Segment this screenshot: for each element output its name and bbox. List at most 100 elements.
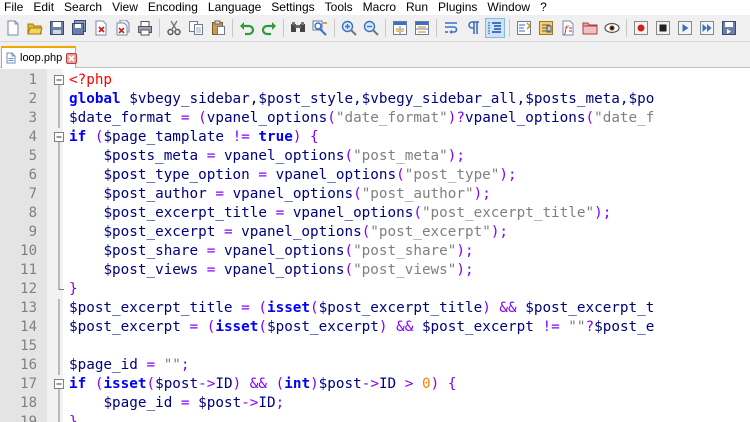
fold-collapse-icon[interactable] <box>54 71 65 90</box>
tab-loop-php[interactable]: loop.php <box>1 46 78 68</box>
fold-line-marker <box>54 394 65 413</box>
code-token: ID <box>378 376 397 392</box>
fold-line-marker <box>54 261 65 280</box>
menu-settings[interactable]: Settings <box>266 0 319 15</box>
code-token: ; <box>180 357 190 373</box>
paste-icon[interactable] <box>208 18 228 38</box>
fold-collapse-icon[interactable] <box>54 375 65 394</box>
menu-window[interactable]: Window <box>482 0 535 15</box>
fold-line-marker <box>54 318 65 337</box>
code-line: $post_excerpt = vpanel_options("post_exc… <box>69 223 508 242</box>
print-icon[interactable] <box>135 18 155 38</box>
code-line: $post_share = vpanel_options("post_share… <box>69 242 474 261</box>
tab-label: loop.php <box>20 52 63 64</box>
redo-icon[interactable] <box>259 18 279 38</box>
find-icon[interactable] <box>288 18 308 38</box>
menu-encoding[interactable]: Encoding <box>143 0 203 15</box>
code-line-row: 16 $page_id = ""; <box>0 356 750 375</box>
save-macro-icon[interactable] <box>719 18 739 38</box>
toolbar-separator <box>436 19 437 37</box>
code-line-row: 9 $post_excerpt = vpanel_options("post_e… <box>0 223 750 242</box>
menu-view[interactable]: View <box>107 0 143 15</box>
code-line-row: 13 $post_excerpt_title = (isset($post_exc… <box>0 299 750 318</box>
code-token: $vbegy_sidebar,$post_style,$vbegy_sideba… <box>120 91 655 107</box>
menu-run[interactable]: Run <box>401 0 433 15</box>
monitoring-icon[interactable] <box>602 18 622 38</box>
zoom-out-icon[interactable] <box>361 18 381 38</box>
code-token: ; <box>275 395 285 411</box>
code-line-row: 19} <box>0 413 750 422</box>
code-line-row: 17 if (isset($post->ID) && (int)$post->ID… <box>0 375 750 394</box>
menu-help[interactable]: ? <box>535 0 552 15</box>
menu-plugins[interactable]: Plugins <box>433 0 482 15</box>
code-line-row: 3 $date_format = (vpanel_options("date_fo… <box>0 109 750 128</box>
indent-guide-icon[interactable] <box>485 18 505 38</box>
code-token: vpanel_options <box>223 148 345 164</box>
code-line-row: 10 $post_share = vpanel_options("post_sh… <box>0 242 750 261</box>
code-token: = <box>223 224 233 240</box>
code-token: ID <box>215 376 233 392</box>
code-token: $post_excerpt <box>267 319 379 335</box>
save-all-icon[interactable] <box>69 18 89 38</box>
undo-icon[interactable] <box>237 18 257 38</box>
replace-icon[interactable] <box>310 18 330 38</box>
line-number: 10 <box>20 243 37 259</box>
line-number: 12 <box>20 281 37 297</box>
code-token: vpanel_options <box>464 110 586 126</box>
zoom-in-icon[interactable] <box>339 18 359 38</box>
copy-icon[interactable] <box>186 18 206 38</box>
folder-workspace-icon[interactable] <box>580 18 600 38</box>
code-token: $post_excerpt_title <box>318 300 483 316</box>
document-map-icon[interactable] <box>536 18 556 38</box>
word-wrap-icon[interactable] <box>441 18 461 38</box>
code-token: "post_views" <box>353 262 457 278</box>
close-all-icon[interactable] <box>113 18 133 38</box>
sync-vertical-icon[interactable] <box>390 18 410 38</box>
fold-collapse-icon[interactable] <box>54 128 65 147</box>
code-token: $posts_meta <box>103 148 199 164</box>
editor[interactable]: 1 <?php 2 global $vbegy_sidebar,$post_style… <box>0 69 750 422</box>
menu-search[interactable]: Search <box>59 0 107 15</box>
close-tab-icon[interactable] <box>66 52 78 64</box>
function-list-icon[interactable]: f <box>558 18 578 38</box>
new-file-icon[interactable] <box>3 18 23 38</box>
line-number: 19 <box>20 414 37 422</box>
menu-file[interactable]: File <box>0 0 28 15</box>
record-macro-icon[interactable] <box>631 18 651 38</box>
menu-language[interactable]: Language <box>203 0 266 15</box>
run-macro-multiple-icon[interactable] <box>697 18 717 38</box>
code-line: <?php <box>69 71 112 90</box>
stop-recording-icon[interactable] <box>653 18 673 38</box>
menu-edit[interactable]: Edit <box>28 0 59 15</box>
code-token: "post_author" <box>361 186 474 202</box>
close-icon[interactable] <box>91 18 111 38</box>
open-file-icon[interactable] <box>25 18 45 38</box>
code-line: if ($page_tamplate != true) { <box>69 128 319 147</box>
code-token: global <box>69 91 121 107</box>
save-icon[interactable] <box>47 18 67 38</box>
sync-horizontal-icon[interactable] <box>412 18 432 38</box>
menu-tools[interactable]: Tools <box>320 0 358 15</box>
playback-macro-icon[interactable] <box>675 18 695 38</box>
cut-icon[interactable] <box>164 18 184 38</box>
define-language-icon[interactable] <box>514 18 534 38</box>
code-token: ); <box>456 243 474 259</box>
menu-macro[interactable]: Macro <box>358 0 401 15</box>
show-all-characters-icon[interactable] <box>463 18 483 38</box>
line-number: 11 <box>20 262 37 278</box>
code-line-row: 6 $post_type_option = vpanel_options("po… <box>0 166 750 185</box>
